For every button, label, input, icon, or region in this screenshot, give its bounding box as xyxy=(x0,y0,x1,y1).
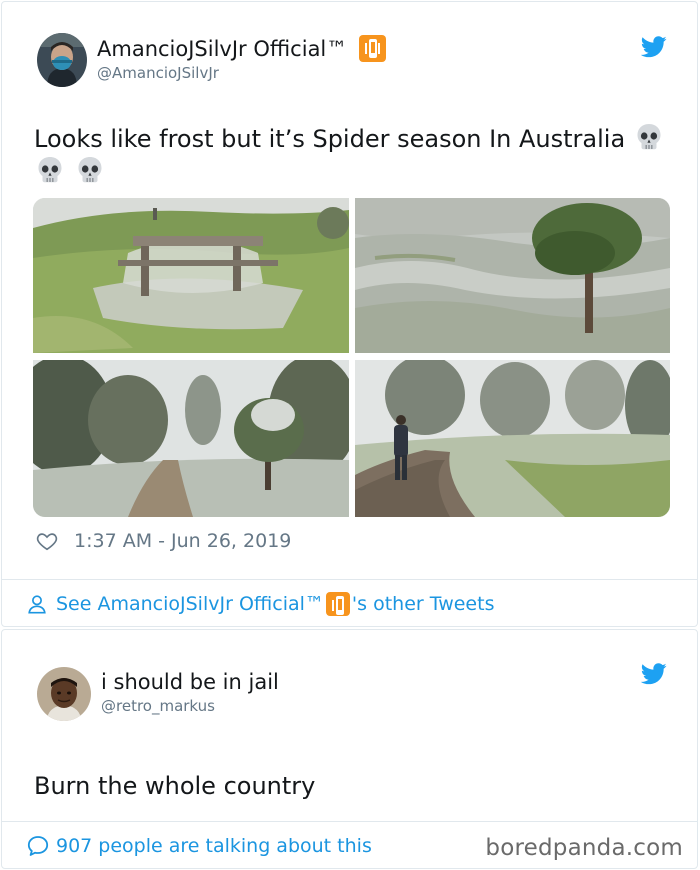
author-block: AmancioJSilvJr Official™ @AmancioJSilvJr xyxy=(97,35,387,83)
see-others-suffix[interactable]: 's other Tweets xyxy=(352,593,495,615)
avatar[interactable] xyxy=(37,33,87,87)
handle[interactable]: @retro_markus xyxy=(101,696,279,716)
vibration-mode-emoji xyxy=(325,592,350,616)
display-name-text[interactable]: AmancioJSilvJr Official™ xyxy=(97,36,347,62)
author-block: i should be in jail @retro_markus xyxy=(101,669,279,716)
heart-icon[interactable] xyxy=(36,530,58,552)
display-name[interactable]: i should be in jail xyxy=(101,669,279,695)
display-name[interactable]: AmancioJSilvJr Official™ xyxy=(97,35,387,62)
twitter-bird-icon[interactable] xyxy=(641,36,667,58)
twitter-bird-icon[interactable] xyxy=(641,663,667,685)
photo-person-on-path[interactable] xyxy=(355,360,670,517)
person-icon xyxy=(28,595,46,614)
media-grid xyxy=(33,198,670,517)
vibration-mode-emoji xyxy=(359,35,387,62)
photo-picnic-table[interactable] xyxy=(33,198,349,353)
see-other-tweets-link[interactable]: See AmancioJSilvJr Official™ 's other Tw… xyxy=(26,592,494,616)
tweet-header: i should be in jail @retro_markus xyxy=(37,667,667,723)
handle[interactable]: @AmancioJSilvJr xyxy=(97,63,386,83)
comment-bubble-icon xyxy=(27,836,49,856)
avatar[interactable] xyxy=(37,667,91,721)
photo-web-covered-field[interactable] xyxy=(355,198,670,353)
skull-emoji xyxy=(35,155,65,185)
tweet-text: Burn the whole country xyxy=(34,772,316,800)
tweet-header: AmancioJSilvJr Official™ @AmancioJSilvJr xyxy=(37,33,667,89)
tweet-text-content: Looks like frost but it’s Spider season … xyxy=(34,125,626,153)
timestamp[interactable]: 1:37 AM - Jun 26, 2019 xyxy=(74,530,291,552)
tweet-text: Looks like frost but it’s Spider season … xyxy=(34,122,674,188)
skull-emoji xyxy=(75,155,105,185)
people-talking-link[interactable]: 907 people are talking about this xyxy=(26,834,372,858)
tweet-card: i should be in jail @retro_markus Burn t… xyxy=(1,629,698,869)
skull-emoji xyxy=(634,122,664,152)
watermark: boredpanda.com xyxy=(485,835,683,861)
people-talking-text[interactable]: 907 people are talking about this xyxy=(56,835,372,857)
divider xyxy=(2,579,697,580)
divider xyxy=(2,821,697,822)
tweet-meta: 1:37 AM - Jun 26, 2019 xyxy=(36,530,291,552)
tweet-card: AmancioJSilvJr Official™ @AmancioJSilvJr… xyxy=(1,1,698,627)
photo-foggy-track[interactable] xyxy=(33,360,349,517)
see-others-prefix[interactable]: See AmancioJSilvJr Official™ xyxy=(56,593,324,615)
